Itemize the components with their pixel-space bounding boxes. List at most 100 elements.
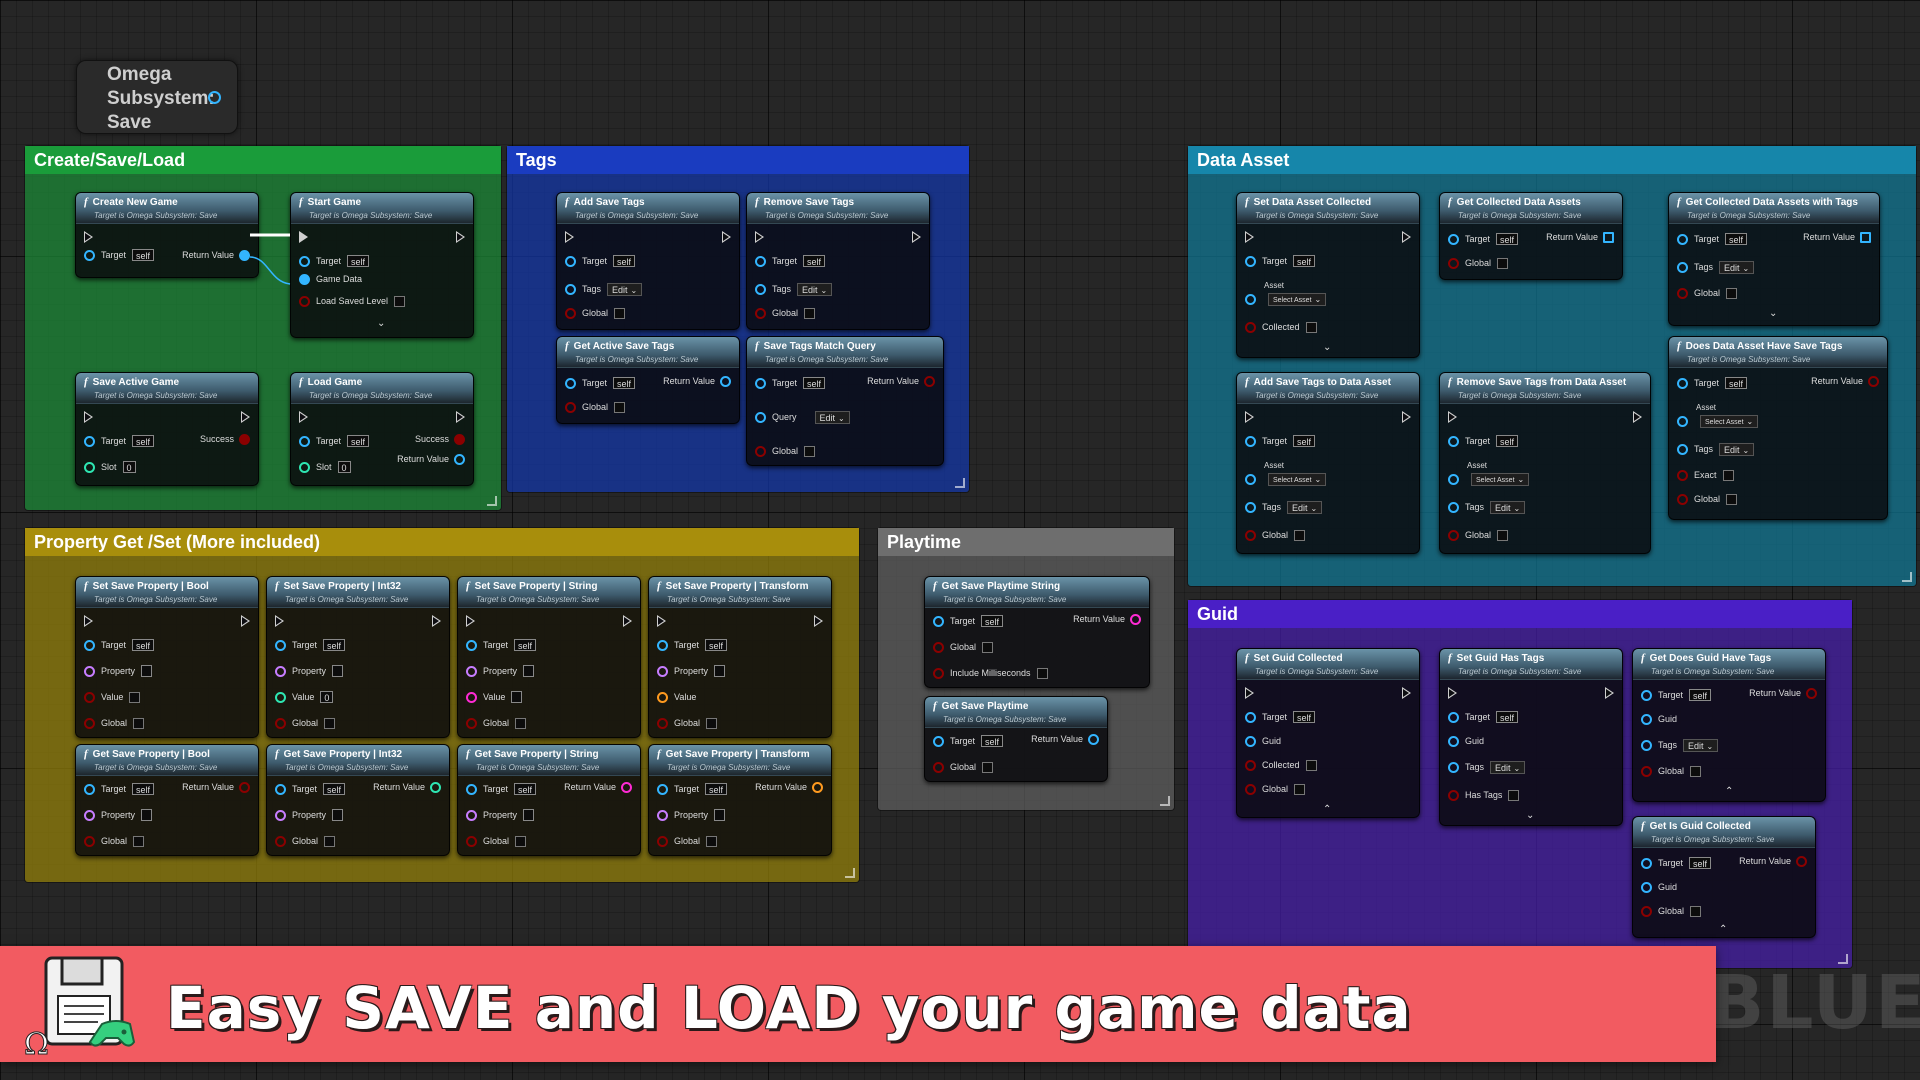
global-pin[interactable] [565,307,576,319]
guid-pin[interactable] [1245,735,1256,747]
tags-edit-dropdown[interactable]: Edit ⌄ [1490,500,1526,514]
global-checkbox[interactable] [324,717,336,729]
global-pin[interactable] [755,445,766,457]
target-value[interactable]: self [1293,255,1316,267]
select-asset-dropdown[interactable]: Select Asset ⌄ [1471,472,1530,486]
property-value[interactable] [141,809,153,821]
resize-handle[interactable] [487,496,497,506]
resize-handle[interactable] [845,868,855,878]
select-asset-dropdown[interactable]: Select Asset ⌄ [1700,414,1759,428]
node-set-data-asset-collected[interactable]: f Set Data Asset Collected Target is Omega… [1236,192,1420,358]
global-checkbox[interactable] [1690,905,1702,917]
global-checkbox[interactable] [614,307,626,319]
return-value-pin[interactable] [1860,231,1871,243]
global-pin[interactable] [84,835,95,847]
exec-out-pin[interactable] [456,231,465,243]
target-value[interactable]: self [803,255,826,267]
exec-out-pin[interactable] [1605,687,1614,699]
value-pin[interactable] [466,691,477,703]
target-pin[interactable] [1448,435,1459,447]
global-checkbox[interactable] [982,641,994,653]
property-value[interactable] [523,809,535,821]
target-pin[interactable] [299,255,310,267]
target-pin[interactable] [84,249,95,261]
global-pin[interactable] [1245,783,1256,795]
target-pin[interactable] [1677,233,1688,245]
tags-edit-dropdown[interactable]: Edit ⌄ [1719,260,1755,274]
node-load-game[interactable]: f Load Game Target is Omega Subsystem: Sav… [290,372,474,486]
select-asset-dropdown[interactable]: Select Asset ⌄ [1268,292,1327,306]
value-pin[interactable] [275,691,286,703]
target-value[interactable]: self [132,435,155,447]
global-checkbox[interactable] [982,761,994,773]
global-pin[interactable] [657,835,668,847]
exec-in-pin[interactable] [299,411,308,423]
success-pin[interactable] [239,433,250,445]
target-value[interactable]: self [323,639,346,651]
global-pin[interactable] [1677,287,1688,299]
return-value-pin[interactable] [430,781,441,793]
target-pin[interactable] [1677,377,1688,389]
global-pin[interactable] [657,717,668,729]
resize-handle[interactable] [955,478,965,488]
collapse-chevron-icon[interactable]: ⌃ [1323,801,1331,817]
expand-chevron-icon[interactable]: ⌄ [1526,807,1534,823]
target-value[interactable]: self [981,615,1004,627]
exec-out-pin[interactable] [722,231,731,243]
global-checkbox[interactable] [133,835,145,847]
node-remove-save-tags-from-data-asset[interactable]: f Remove Save Tags from Data Asset Target … [1439,372,1651,554]
resize-handle[interactable] [1902,572,1912,582]
guid-pin[interactable] [1641,881,1652,893]
tags-pin[interactable] [1677,261,1688,273]
include-ms-checkbox[interactable] [1036,667,1048,679]
exec-in-pin[interactable] [657,615,666,627]
property-pin[interactable] [84,809,95,821]
global-pin[interactable] [84,717,95,729]
return-value-pin[interactable] [924,375,935,387]
target-value[interactable]: self [1725,377,1748,389]
target-value[interactable]: self [1293,435,1316,447]
node-get-save-playtime-string[interactable]: f Get Save Playtime String Target is Omega… [924,576,1150,688]
return-value-pin[interactable] [812,781,823,793]
return-value-pin[interactable] [720,375,731,387]
return-value-pin[interactable] [1796,855,1807,867]
global-checkbox[interactable] [1294,783,1306,795]
exec-out-pin[interactable] [1402,687,1411,699]
tags-edit-dropdown[interactable]: Edit ⌄ [1287,500,1323,514]
node-get-save-property-bool[interactable]: f Get Save Property | Bool Target is Omega… [75,744,259,856]
exec-in-pin[interactable] [565,231,574,243]
target-pin[interactable] [755,377,766,389]
node-add-save-tags[interactable]: f Add Save Tags Target is Omega Subsystem:… [556,192,740,330]
slot-pin[interactable] [84,461,95,473]
node-get-save-property-string[interactable]: f Get Save Property | String Target is Ome… [457,744,641,856]
global-checkbox[interactable] [804,307,816,319]
exec-out-pin[interactable] [623,615,632,627]
tags-edit-dropdown[interactable]: Edit ⌄ [797,282,833,296]
global-checkbox[interactable] [1690,765,1702,777]
exec-out-pin[interactable] [814,615,823,627]
global-checkbox[interactable] [614,401,626,413]
target-pin[interactable] [565,377,576,389]
target-pin[interactable] [275,783,286,795]
target-value[interactable]: self [1496,435,1519,447]
value-pin[interactable] [84,691,95,703]
node-remove-save-tags[interactable]: f Remove Save Tags Target is Omega Subsyst… [746,192,930,330]
tags-pin[interactable] [1641,739,1652,751]
target-value[interactable]: self [1689,689,1712,701]
target-value[interactable]: self [132,783,155,795]
node-set-save-property-transform[interactable]: f Set Save Property | Transform Target is … [648,576,832,738]
target-value[interactable]: self [1293,711,1316,723]
tags-pin[interactable] [565,283,576,295]
node-get-save-property-int32[interactable]: f Get Save Property | Int32 Target is Omeg… [266,744,450,856]
property-value[interactable] [523,665,535,677]
global-checkbox[interactable] [706,717,718,729]
target-pin[interactable] [84,783,95,795]
global-checkbox[interactable] [515,717,527,729]
exec-out-pin[interactable] [456,411,465,423]
property-pin[interactable] [657,809,668,821]
node-does-data-asset-have-save-tags[interactable]: f Does Data Asset Have Save Tags Target is… [1668,336,1888,520]
global-checkbox[interactable] [804,445,816,457]
target-value[interactable]: self [705,783,728,795]
omega-subsystem-save-node[interactable]: Omega Subsystem: Save [76,60,238,134]
target-pin[interactable] [1245,255,1256,267]
